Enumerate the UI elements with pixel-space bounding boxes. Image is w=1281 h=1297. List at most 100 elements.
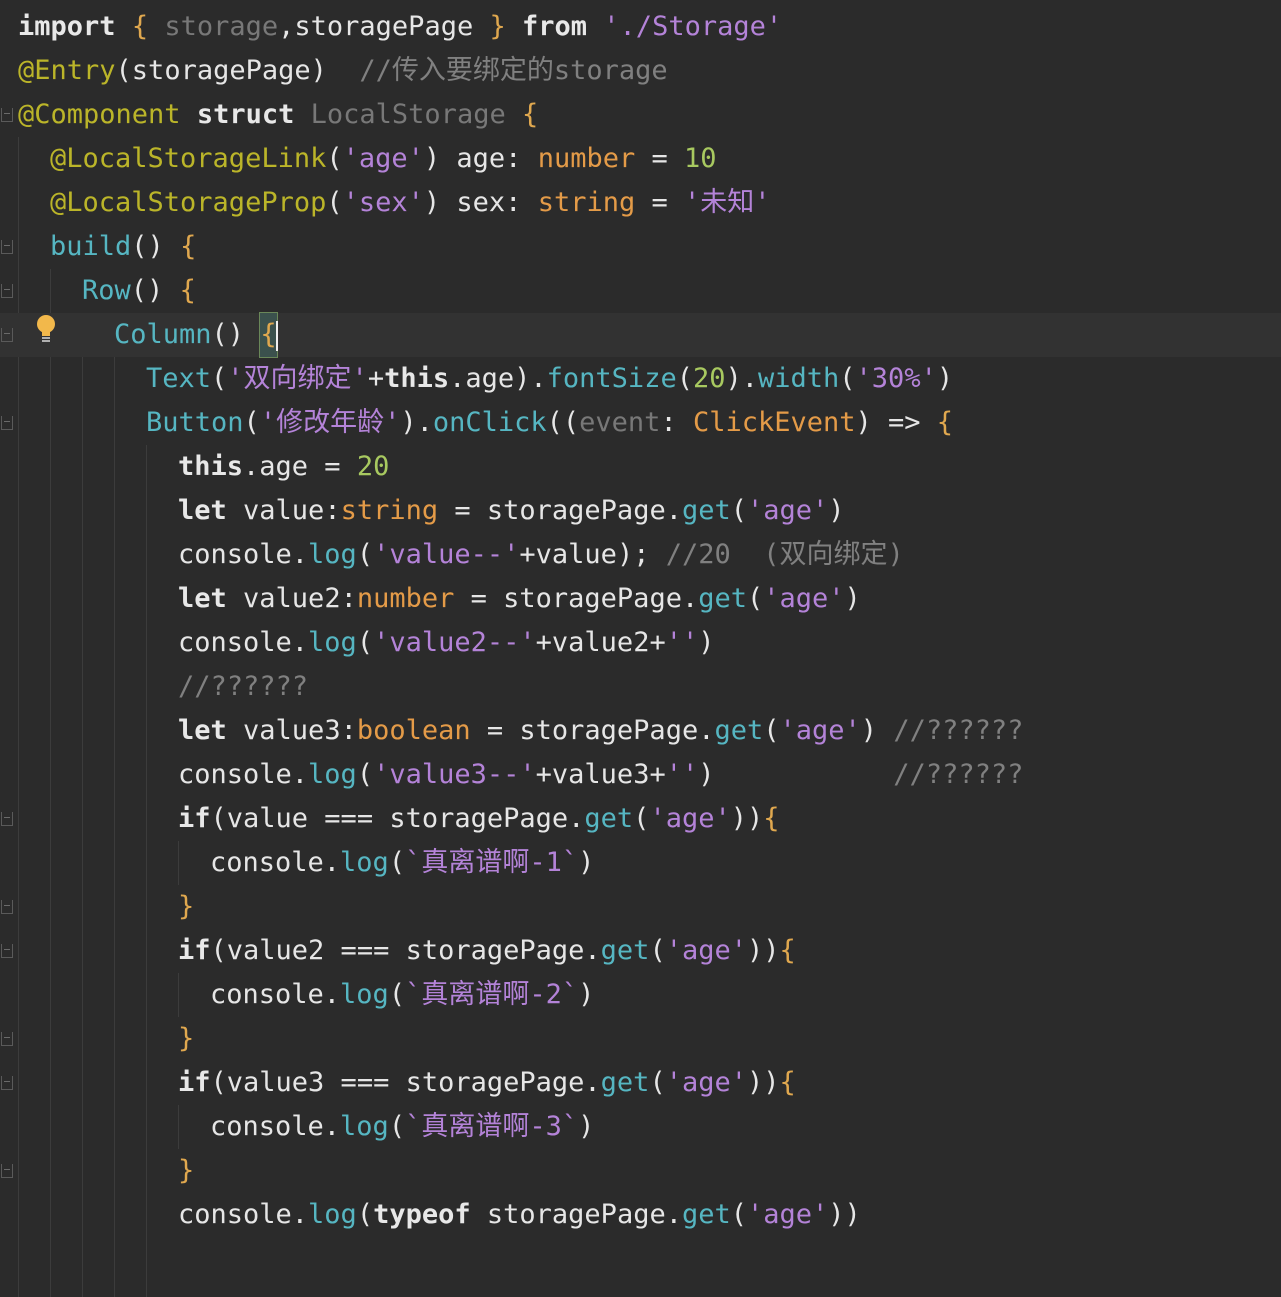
code-token: { <box>521 99 539 130</box>
code-token: { <box>779 1067 796 1098</box>
code-token: (value3 === storagePage. <box>210 1067 601 1098</box>
fold-marker-icon[interactable] <box>1 108 13 122</box>
code-token: ( <box>356 627 374 658</box>
fold-marker-icon[interactable] <box>1 944 13 958</box>
code-line[interactable]: @LocalStorageProp('sex') sex: string = '… <box>0 181 1281 225</box>
code-token: ( <box>763 715 780 746</box>
fold-marker-icon[interactable] <box>1 1076 13 1090</box>
code-line[interactable]: @Component struct LocalStorage { <box>0 93 1281 137</box>
fold-marker-icon[interactable] <box>1 328 13 342</box>
code-line[interactable]: @Entry(storagePage) //传入要绑定的storage <box>0 49 1281 93</box>
fold-marker-icon[interactable] <box>1 284 13 298</box>
fold-marker-icon[interactable] <box>1 416 13 430</box>
code-line[interactable]: console.log(`真离谱啊-1`) <box>0 841 1281 885</box>
code-token: log <box>340 847 389 878</box>
code-token: Row <box>82 275 131 306</box>
code-token: Button <box>146 407 244 438</box>
code-token: from <box>522 11 588 42</box>
fold-marker-icon[interactable] <box>1 1032 13 1046</box>
code-token: ) <box>698 627 715 658</box>
code-token: )) <box>746 1067 780 1098</box>
code-line[interactable]: build() { <box>0 225 1281 269</box>
code-line[interactable]: } <box>0 1017 1281 1061</box>
code-line[interactable]: if(value2 === storagePage.get('age')){ <box>0 929 1281 973</box>
code-token: )) <box>828 1199 861 1230</box>
code-token: .age). <box>449 363 547 394</box>
code-text: } <box>178 1149 194 1193</box>
code-text: Button('修改年龄').onClick((event: ClickEven… <box>146 401 953 445</box>
code-token: ( <box>388 847 406 878</box>
code-line[interactable]: console.log('value3--'+value3+'') //????… <box>0 753 1281 797</box>
fold-marker-icon[interactable] <box>1 1164 13 1178</box>
code-token: 'age' <box>747 1199 829 1230</box>
code-token: ( <box>730 1199 748 1230</box>
code-token: +value2+ <box>535 627 666 658</box>
lightbulb-icon[interactable] <box>34 314 58 344</box>
code-line[interactable]: let value2:number = storagePage.get('age… <box>0 577 1281 621</box>
code-line[interactable]: this.age = 20 <box>0 445 1281 489</box>
code-token: value: <box>226 495 341 526</box>
code-token: ) <box>578 979 595 1010</box>
code-token: 'sex' <box>342 187 424 218</box>
code-token: //?????? <box>893 759 1024 790</box>
code-text: @Component struct LocalStorage { <box>18 93 538 137</box>
code-line[interactable]: @LocalStorageLink('age') age: number = 1… <box>0 137 1281 181</box>
code-line[interactable]: Text('双向绑定'+this.age).fontSize(20).width… <box>0 357 1281 401</box>
code-editor[interactable]: import { storage,storagePage } from './S… <box>0 0 1281 1297</box>
code-token: ) sex: <box>423 187 538 218</box>
code-line[interactable]: } <box>0 1149 1281 1193</box>
code-token: ( <box>356 759 374 790</box>
code-token: 10 <box>684 143 717 174</box>
code-token: log <box>308 759 357 790</box>
code-line[interactable]: import { storage,storagePage } from './S… <box>0 5 1281 49</box>
code-line[interactable]: Column() { <box>0 312 1281 358</box>
code-token: +value); <box>519 539 666 570</box>
code-line[interactable]: if(value3 === storagePage.get('age')){ <box>0 1061 1281 1105</box>
code-token: console. <box>210 979 341 1010</box>
code-token: 'age' <box>342 143 424 174</box>
fold-marker-icon[interactable] <box>1 240 13 254</box>
code-line[interactable]: console.log('value--'+value); //20 (双向绑定… <box>0 533 1281 577</box>
code-line[interactable]: let value3:boolean = storagePage.get('ag… <box>0 709 1281 753</box>
code-token: = storagePage. <box>470 715 715 746</box>
code-token: ( <box>356 539 374 570</box>
code-line[interactable]: console.log(typeof storagePage.get('age'… <box>0 1193 1281 1237</box>
code-token: if <box>178 803 211 834</box>
code-line[interactable]: //?????? <box>0 665 1281 709</box>
code-line[interactable]: Button('修改年龄').onClick((event: ClickEven… <box>0 401 1281 445</box>
code-text: Text('双向绑定'+this.age).fontSize(20).width… <box>146 357 953 401</box>
code-token: } <box>178 891 195 922</box>
code-line[interactable]: } <box>0 885 1281 929</box>
code-token: () <box>131 231 181 262</box>
code-token: ) <box>936 363 954 394</box>
code-text: } <box>178 1017 194 1061</box>
code-token: 'value2--' <box>373 627 536 658</box>
code-token: width <box>758 363 840 394</box>
fold-marker-icon[interactable] <box>1 812 13 826</box>
code-line[interactable]: console.log('value2--'+value2+'') <box>0 621 1281 665</box>
code-line[interactable]: if(value === storagePage.get('age')){ <box>0 797 1281 841</box>
code-token: `真离谱啊-2` <box>405 979 579 1010</box>
fold-marker-icon[interactable] <box>1 900 13 914</box>
code-token: console. <box>210 1111 341 1142</box>
code-token: ) <box>578 847 595 878</box>
code-token: ,storagePage <box>278 11 490 42</box>
code-token: `真离谱啊-1` <box>405 847 579 878</box>
code-line[interactable]: console.log(`真离谱啊-3`) <box>0 1105 1281 1149</box>
code-token: @Entry <box>18 55 116 86</box>
code-text: console.log('value3--'+value3+'') //????… <box>178 753 1023 797</box>
code-line[interactable]: let value:string = storagePage.get('age'… <box>0 489 1281 533</box>
code-token: console. <box>210 847 341 878</box>
code-token: ). <box>400 407 433 438</box>
code-token: get <box>681 1199 731 1230</box>
code-token: 'age' <box>665 1067 747 1098</box>
code-line[interactable]: console.log(`真离谱啊-2`) <box>0 973 1281 1017</box>
code-line[interactable]: Row() { <box>0 269 1281 313</box>
code-token: fontSize <box>546 363 677 394</box>
code-token: '30%' <box>855 363 937 394</box>
code-text: //?????? <box>178 665 308 709</box>
code-token: `真离谱啊-3` <box>405 1111 579 1142</box>
